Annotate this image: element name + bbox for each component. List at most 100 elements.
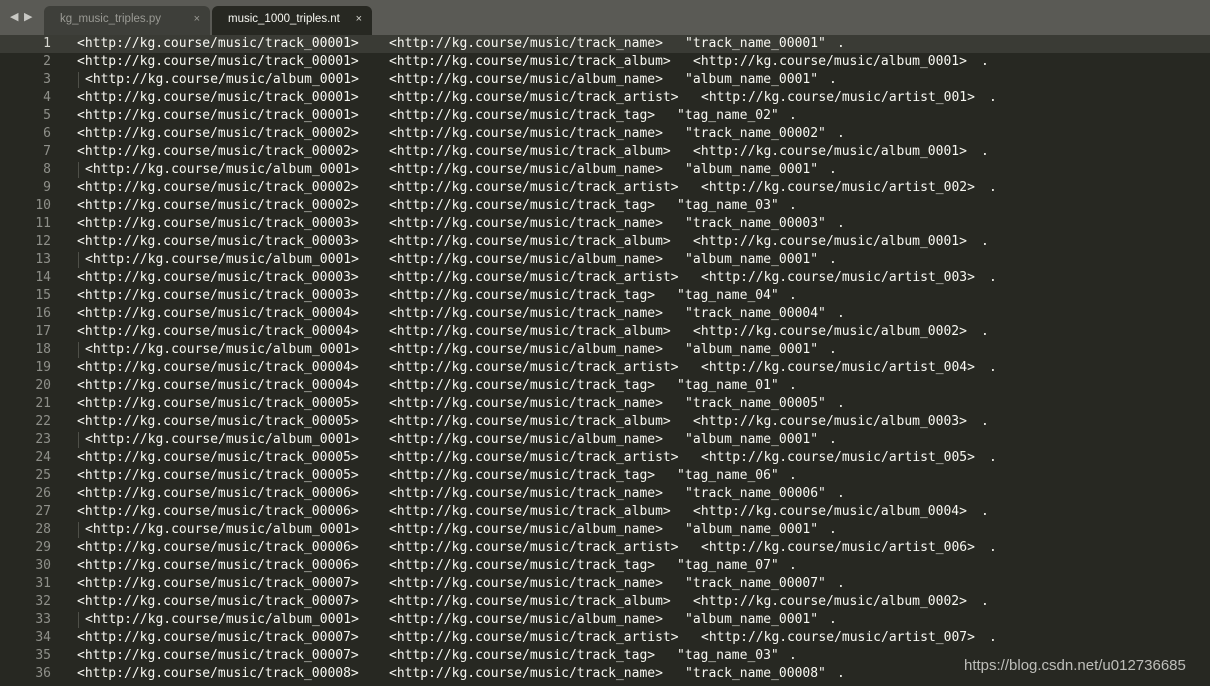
line-number: 3 (43, 72, 51, 87)
indent-guide (78, 72, 79, 88)
tab-back-arrow-icon[interactable]: ◀ (10, 10, 18, 23)
tab-forward-arrow-icon[interactable]: ▶ (24, 10, 32, 23)
triple-object: "tag_name_03" (677, 648, 779, 663)
line-number: 22 (35, 414, 51, 429)
tab-kg-music-triples-py[interactable]: kg_music_triples.py × (44, 6, 210, 35)
triple-predicate: <http://kg.course/music/track_album> (389, 234, 671, 249)
triple-terminator: . (989, 270, 997, 285)
tab-label: kg_music_triples.py (60, 13, 161, 25)
line-number: 29 (35, 540, 51, 555)
triple-predicate: <http://kg.course/music/track_tag> (389, 648, 656, 663)
code-line[interactable]: 19 <http://kg.course/music/track_00004> <h… (0, 359, 1210, 377)
code-line[interactable]: 3 <http://kg.course/music/album_0001> <htt… (0, 71, 1210, 89)
triple-object: "tag_name_07" (677, 558, 779, 573)
triple-terminator: . (989, 630, 997, 645)
editor-text-area[interactable]: 1 <http://kg.course/music/track_00001> <ht… (0, 35, 1210, 686)
triple-predicate: <http://kg.course/music/track_tag> (389, 468, 656, 483)
code-line[interactable]: 30 <http://kg.course/music/track_00006> <h… (0, 557, 1210, 575)
triple-terminator: . (981, 324, 989, 339)
triple-predicate: <http://kg.course/music/track_name> (389, 306, 663, 321)
code-line[interactable]: 6 <http://kg.course/music/track_00002> <ht… (0, 125, 1210, 143)
line-number: 10 (35, 198, 51, 213)
line-number: 15 (35, 288, 51, 303)
line-number: 14 (35, 270, 51, 285)
triple-predicate: <http://kg.course/music/track_album> (389, 324, 671, 339)
triple-predicate: <http://kg.course/music/track_album> (389, 144, 671, 159)
code-line[interactable]: 5 <http://kg.course/music/track_00001> <ht… (0, 107, 1210, 125)
code-line[interactable]: 20 <http://kg.course/music/track_00004> <h… (0, 377, 1210, 395)
code-line[interactable]: 28 <http://kg.course/music/album_0001> <ht… (0, 521, 1210, 539)
code-line[interactable]: 21 <http://kg.course/music/track_00005> <h… (0, 395, 1210, 413)
code-line[interactable]: 26 <http://kg.course/music/track_00006> <h… (0, 485, 1210, 503)
triple-predicate: <http://kg.course/music/track_artist> (389, 630, 679, 645)
triple-terminator: . (829, 162, 837, 177)
triple-terminator: . (989, 450, 997, 465)
triple-terminator: . (981, 234, 989, 249)
triple-terminator: . (789, 378, 797, 393)
indent-guide (78, 252, 79, 268)
triple-terminator: . (829, 342, 837, 357)
triple-predicate: <http://kg.course/music/track_tag> (389, 288, 656, 303)
code-line[interactable]: 15 <http://kg.course/music/track_00003> <h… (0, 287, 1210, 305)
code-line[interactable]: 10 <http://kg.course/music/track_00002> <h… (0, 197, 1210, 215)
code-line[interactable]: 25 <http://kg.course/music/track_00005> <h… (0, 467, 1210, 485)
triple-object: <http://kg.course/music/artist_002> (701, 180, 975, 195)
triple-terminator: . (837, 396, 845, 411)
code-line[interactable]: 8 <http://kg.course/music/album_0001> <htt… (0, 161, 1210, 179)
triple-subject: <http://kg.course/music/track_00006> (77, 504, 359, 519)
code-line[interactable]: 32 <http://kg.course/music/track_00007> <h… (0, 593, 1210, 611)
code-line[interactable]: 23 <http://kg.course/music/album_0001> <ht… (0, 431, 1210, 449)
code-line[interactable]: 14 <http://kg.course/music/track_00003> <h… (0, 269, 1210, 287)
code-line[interactable]: 17 <http://kg.course/music/track_00004> <h… (0, 323, 1210, 341)
code-line[interactable]: 13 <http://kg.course/music/album_0001> <ht… (0, 251, 1210, 269)
triple-subject: <http://kg.course/music/track_00001> (77, 108, 359, 123)
code-line[interactable]: 9 <http://kg.course/music/track_00002> <ht… (0, 179, 1210, 197)
line-number: 5 (43, 108, 51, 123)
code-line[interactable]: 11 <http://kg.course/music/track_00003> <h… (0, 215, 1210, 233)
triple-terminator: . (837, 576, 845, 591)
triple-subject: <http://kg.course/music/track_00004> (77, 324, 359, 339)
code-line[interactable]: 1 <http://kg.course/music/track_00001> <ht… (0, 35, 1210, 53)
code-line[interactable]: 33 <http://kg.course/music/album_0001> <ht… (0, 611, 1210, 629)
code-line[interactable]: 12 <http://kg.course/music/track_00003> <h… (0, 233, 1210, 251)
triple-terminator: . (981, 54, 989, 69)
triple-object: "album_name_0001" (685, 252, 819, 267)
code-line[interactable]: 22 <http://kg.course/music/track_00005> <h… (0, 413, 1210, 431)
triple-terminator: . (989, 360, 997, 375)
triple-subject: <http://kg.course/music/track_00007> (77, 648, 359, 663)
tab-label: music_1000_triples.nt (228, 13, 340, 25)
triple-subject: <http://kg.course/music/album_0001> (85, 72, 359, 87)
triple-subject: <http://kg.course/music/album_0001> (85, 252, 359, 267)
triple-terminator: . (837, 36, 845, 51)
code-line[interactable]: 29 <http://kg.course/music/track_00006> <h… (0, 539, 1210, 557)
triple-object: "track_name_00008" (685, 666, 826, 681)
code-line[interactable]: 31 <http://kg.course/music/track_00007> <h… (0, 575, 1210, 593)
tab-music-1000-triples-nt[interactable]: music_1000_triples.nt × (212, 6, 372, 35)
triple-object: <http://kg.course/music/artist_004> (701, 360, 975, 375)
code-line[interactable]: 4 <http://kg.course/music/track_00001> <ht… (0, 89, 1210, 107)
triple-subject: <http://kg.course/music/track_00003> (77, 288, 359, 303)
triple-object: "album_name_0001" (685, 162, 819, 177)
triple-subject: <http://kg.course/music/track_00006> (77, 558, 359, 573)
line-number: 30 (35, 558, 51, 573)
triple-object: "tag_name_03" (677, 198, 779, 213)
code-line[interactable]: 16 <http://kg.course/music/track_00004> <h… (0, 305, 1210, 323)
triple-object: "album_name_0001" (685, 72, 819, 87)
code-line[interactable]: 34 <http://kg.course/music/track_00007> <h… (0, 629, 1210, 647)
code-line[interactable]: 27 <http://kg.course/music/track_00006> <h… (0, 503, 1210, 521)
triple-predicate: <http://kg.course/music/track_artist> (389, 90, 679, 105)
triple-predicate: <http://kg.course/music/track_album> (389, 414, 671, 429)
line-number: 24 (35, 450, 51, 465)
close-icon[interactable]: × (356, 13, 362, 25)
triple-object: <http://kg.course/music/album_0001> (693, 54, 967, 69)
triple-object: "album_name_0001" (685, 522, 819, 537)
code-line[interactable]: 24 <http://kg.course/music/track_00005> <h… (0, 449, 1210, 467)
close-icon[interactable]: × (194, 13, 200, 25)
triple-terminator: . (837, 666, 845, 681)
code-line[interactable]: 7 <http://kg.course/music/track_00002> <ht… (0, 143, 1210, 161)
triple-terminator: . (829, 612, 837, 627)
line-number: 1 (43, 36, 51, 51)
code-line[interactable]: 2 <http://kg.course/music/track_00001> <ht… (0, 53, 1210, 71)
triple-terminator: . (789, 198, 797, 213)
code-line[interactable]: 18 <http://kg.course/music/album_0001> <ht… (0, 341, 1210, 359)
